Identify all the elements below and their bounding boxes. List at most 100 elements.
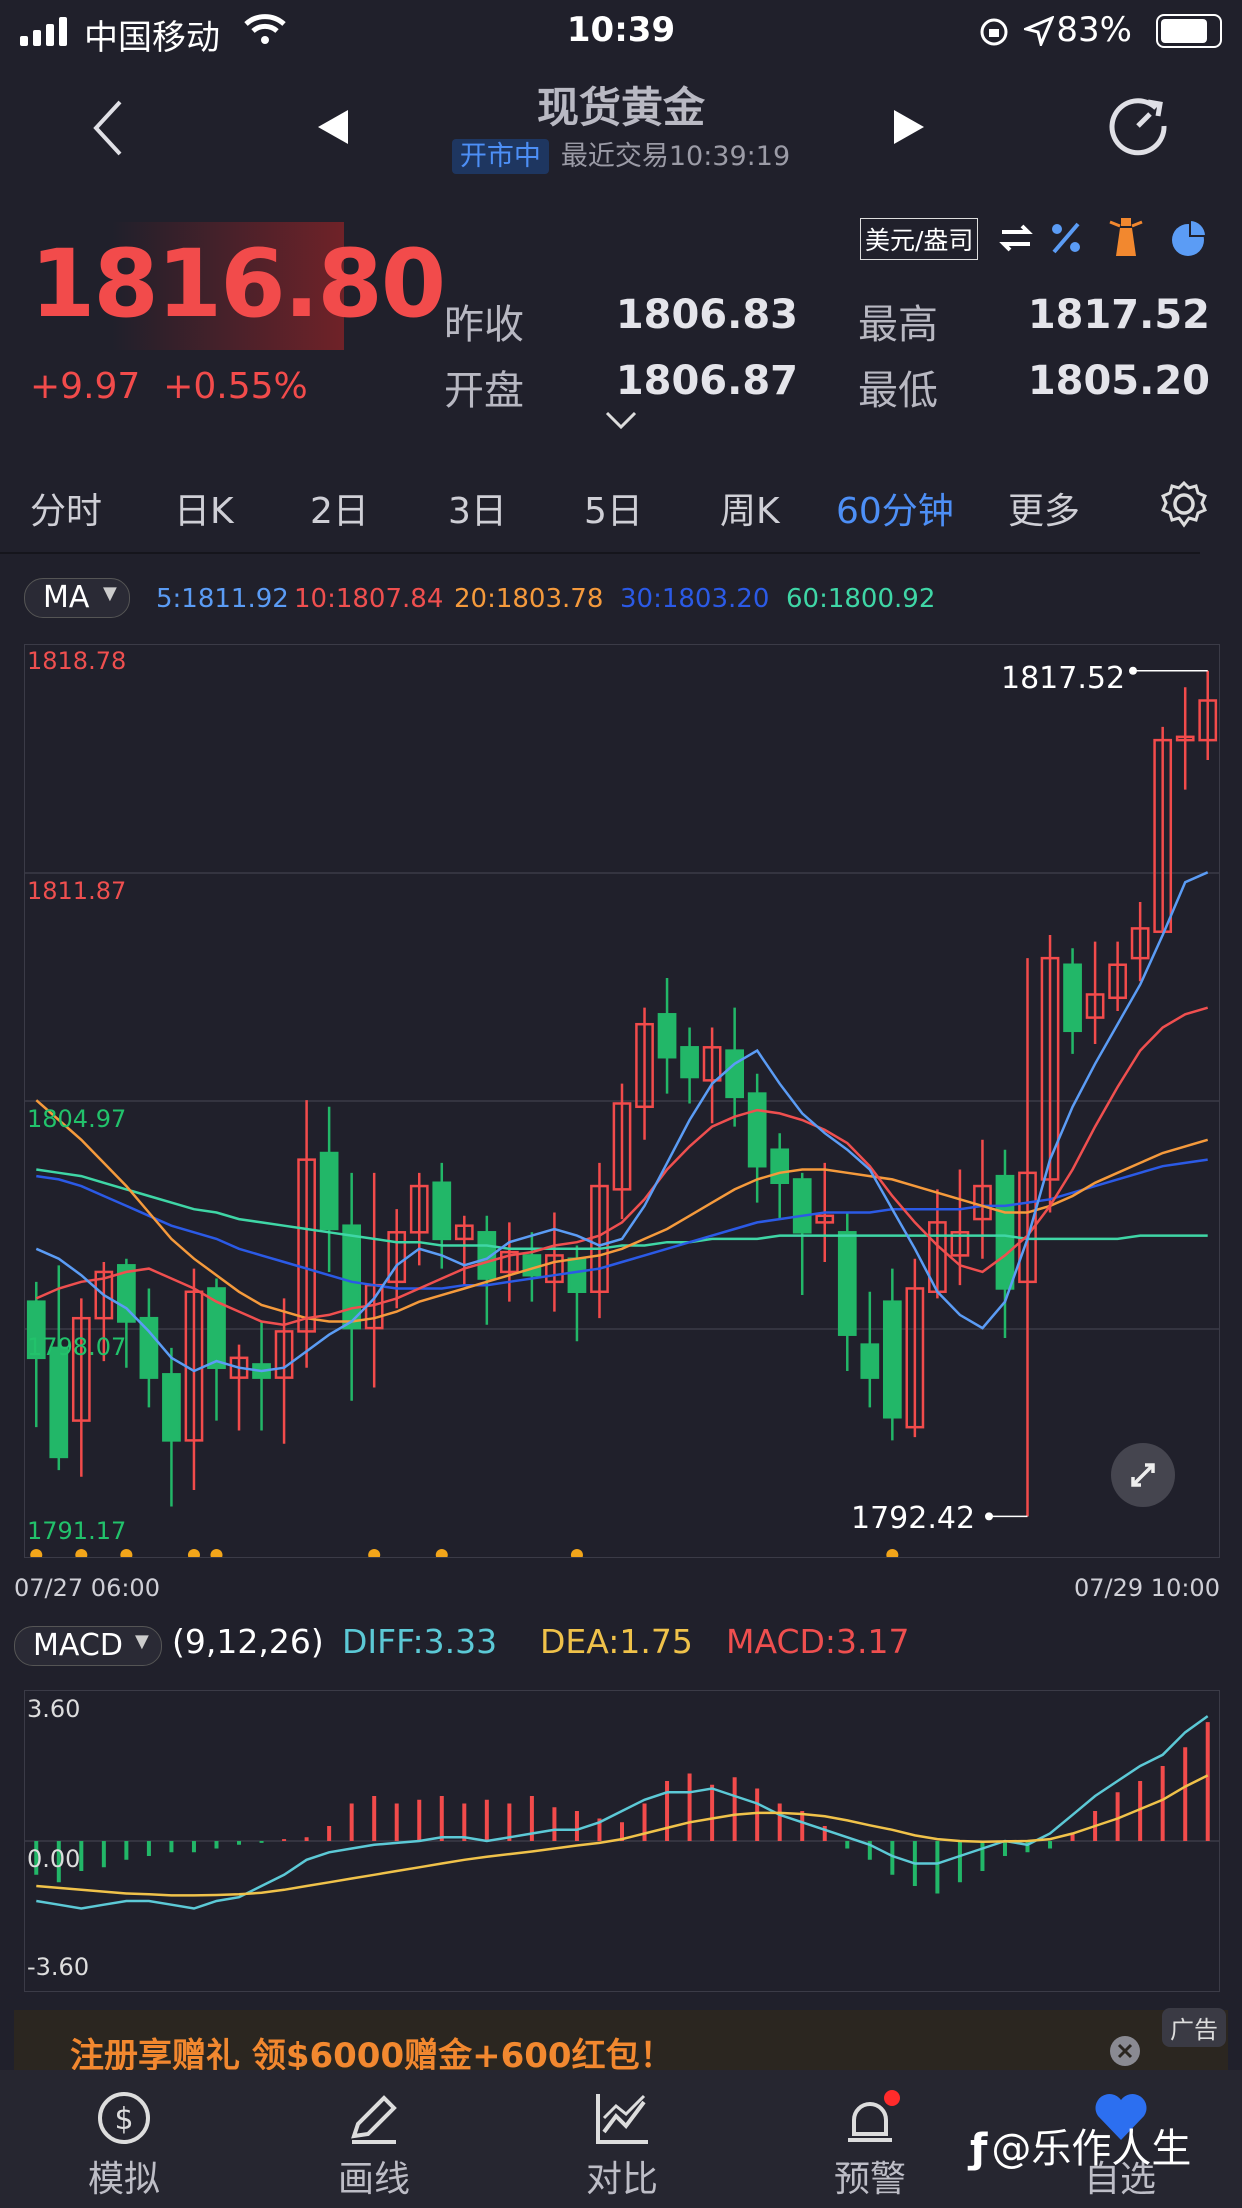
swap-icon[interactable]: [998, 222, 1034, 254]
price-axis-bottom: 1791.17: [27, 1517, 127, 1545]
expand-icon: [1131, 1463, 1155, 1487]
candle-body: [860, 1343, 880, 1379]
watermark-logo: ƒ: [970, 2126, 988, 2172]
price-axis-l3: 1804.97: [27, 1105, 127, 1133]
nav-alert[interactable]: 预警: [800, 2150, 940, 2202]
next-instrument-icon[interactable]: [892, 108, 926, 146]
prev-close-value: 1806.83: [615, 292, 798, 338]
current-price: 1816.80: [30, 230, 446, 339]
high-label: 最高: [858, 302, 938, 348]
open-label: 开盘: [444, 368, 524, 414]
macd-params: (9,12,26): [172, 1622, 324, 1661]
diff-line: [36, 1715, 1209, 1910]
pie-chart-icon[interactable]: [1168, 218, 1208, 258]
low-value: 1805.20: [1027, 358, 1210, 404]
tab-60min[interactable]: 60分钟: [836, 482, 954, 534]
ma60-value: 60:1800.92: [786, 584, 936, 614]
macd-axis-zero: 0.00: [27, 1845, 81, 1873]
tab-2day[interactable]: 2日: [310, 482, 369, 534]
draw-line-icon[interactable]: [344, 2088, 404, 2148]
ma-label: MA: [43, 580, 90, 615]
macd-axis-top: 3.60: [27, 1695, 81, 1723]
watermark: ƒ @乐作人生: [970, 2116, 1191, 2174]
macd-indicator-select[interactable]: MACD ▼: [14, 1626, 162, 1666]
open-value: 1806.87: [615, 358, 798, 404]
ma5-value: 5:1811.92: [156, 584, 289, 614]
candle-body: [792, 1178, 812, 1234]
candle-body: [319, 1151, 339, 1231]
chevron-down-icon: ▼: [135, 1631, 149, 1652]
price-axis-l4: 1798.07: [27, 1333, 127, 1361]
candle-body: [432, 1181, 452, 1241]
compare-icon[interactable]: [592, 2088, 652, 2148]
tab-fenshi[interactable]: 分时: [30, 482, 102, 534]
signal-dot: [75, 1549, 88, 1557]
signal-dot: [187, 1549, 200, 1557]
candle-body: [747, 1092, 767, 1168]
tab-5day[interactable]: 5日: [584, 482, 643, 534]
watermark-text: @乐作人生: [991, 2126, 1192, 2172]
candle-body: [770, 1148, 790, 1185]
location-icon: [1024, 16, 1054, 46]
percent-icon[interactable]: [1048, 220, 1084, 256]
ad-tag: 广告: [1162, 2008, 1226, 2047]
candle-body: [882, 1300, 902, 1419]
market-open-badge: 开市中: [451, 139, 549, 174]
macd-axis-bottom: -3.60: [27, 1953, 90, 1981]
date-end: 07/29 10:00: [1074, 1574, 1220, 1602]
signal-dot: [570, 1549, 583, 1557]
candle-body: [567, 1257, 587, 1294]
candle-body: [680, 1046, 699, 1079]
price-change: +9.97 +0.55%: [30, 366, 308, 407]
price-axis-l2: 1811.87: [27, 877, 127, 905]
period-tabs: 分时 日K 2日 3日 5日 周K 60分钟 更多: [0, 470, 1242, 556]
nav-draw-line[interactable]: 画线: [304, 2150, 444, 2202]
max-marker-dot: [1129, 666, 1137, 675]
max-price-marker: 1817.52: [1001, 661, 1126, 696]
change-value: +9.97: [30, 366, 141, 407]
tab-daily-k[interactable]: 日K: [174, 482, 234, 534]
macd-diff: DIFF:3.33: [342, 1622, 498, 1661]
macd-dea: DEA:1.75: [540, 1622, 693, 1661]
status-bar: 中国移动 10:39 83%: [0, 0, 1242, 62]
candle-body: [1063, 963, 1082, 1033]
macd-label: MACD: [33, 1628, 123, 1663]
refresh-icon[interactable]: [1106, 94, 1170, 158]
candle-body: [342, 1224, 362, 1330]
price-axis-top: 1818.78: [27, 647, 127, 675]
prev-close-label: 昨收: [444, 302, 524, 348]
page-title: 现货黄金: [536, 83, 705, 132]
macd-chart[interactable]: 3.60 0.00 -3.60: [24, 1690, 1220, 1992]
candle-body: [522, 1254, 542, 1277]
macd-value: MACD:3.17: [726, 1622, 910, 1661]
signal-dot: [886, 1549, 899, 1557]
nav-compare[interactable]: 对比: [552, 2150, 692, 2202]
candle-body: [657, 1013, 677, 1059]
lighthouse-icon[interactable]: [1108, 216, 1144, 258]
date-start: 07/27 06:00: [14, 1574, 160, 1602]
candle-body: [162, 1373, 181, 1442]
candle-body: [49, 1346, 69, 1459]
settings-icon[interactable]: [1160, 480, 1208, 528]
tab-3day[interactable]: 3日: [448, 482, 507, 534]
signal-dot: [30, 1549, 43, 1557]
min-price-marker: 1792.42: [851, 1501, 976, 1536]
expand-quote-icon[interactable]: [604, 410, 638, 432]
battery-icon: [1156, 14, 1222, 48]
tab-more[interactable]: 更多: [1008, 482, 1080, 534]
min-marker-dot: [985, 1512, 993, 1521]
fullscreen-button[interactable]: [1111, 1443, 1175, 1507]
rotation-lock-icon: [980, 18, 1008, 46]
kline-canvas: [25, 666, 1219, 1557]
tab-weekly-k[interactable]: 周K: [720, 482, 780, 534]
unit-label[interactable]: 美元/盎司: [860, 218, 979, 260]
close-icon: [1117, 2043, 1133, 2059]
ma-indicator-select[interactable]: MA ▼: [24, 578, 130, 618]
ad-close-button[interactable]: [1110, 2036, 1140, 2066]
candlestick-chart[interactable]: 1818.78 1811.87 1804.97 1798.07 1791.17 …: [24, 644, 1220, 1558]
simulate-icon[interactable]: $: [94, 2088, 154, 2148]
high-value: 1817.52: [1027, 292, 1210, 338]
alert-icon[interactable]: [840, 2090, 900, 2150]
nav-simulate[interactable]: 模拟: [54, 2150, 194, 2202]
signal-dot: [120, 1549, 133, 1557]
